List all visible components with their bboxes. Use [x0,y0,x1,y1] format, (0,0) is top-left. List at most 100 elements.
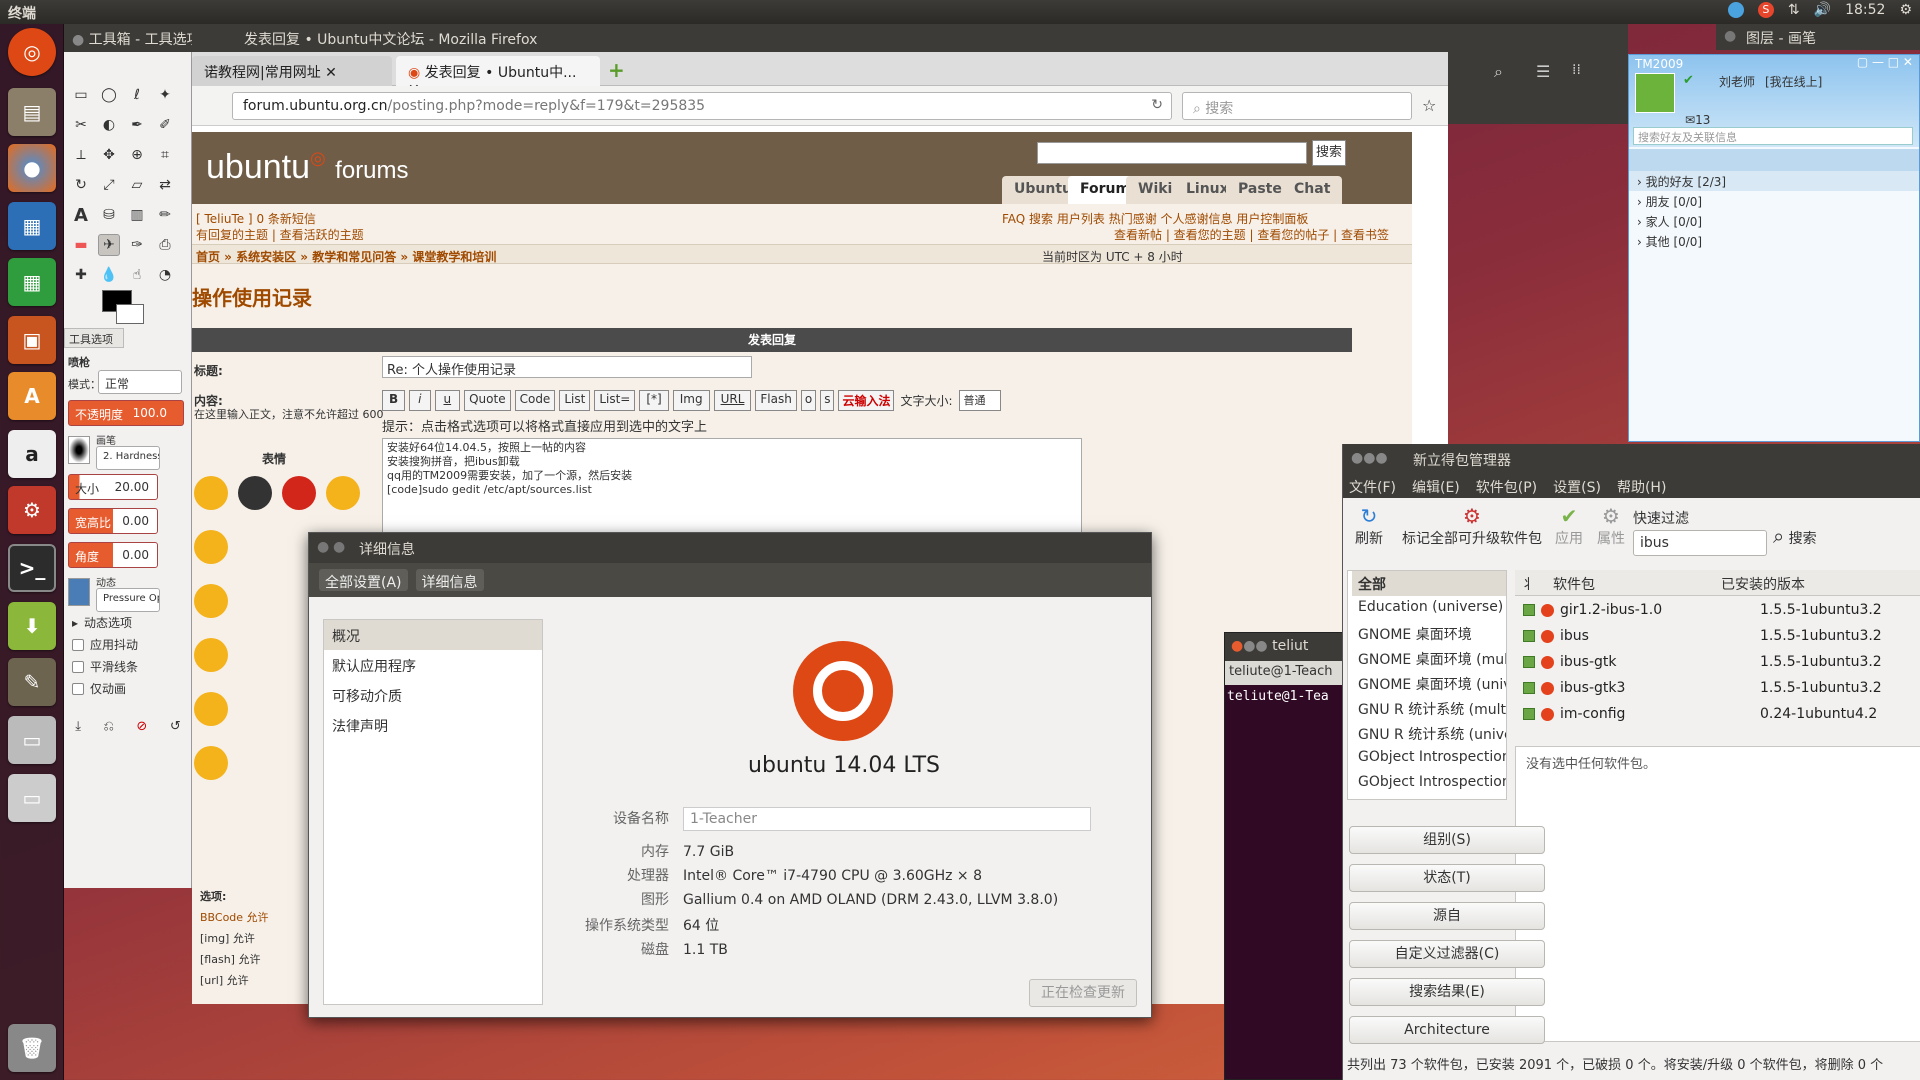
close-icon[interactable]: ● [72,32,89,48]
opacity-slider[interactable]: 不透明度 100.0 [68,400,184,426]
forum-links-2[interactable]: 查看新帖 | 查看您的主题 | 查看您的帖子 | 查看书签 [1114,226,1389,243]
url-button[interactable]: URL [713,390,752,411]
filter-item[interactable]: GObject Introspection data [1352,746,1506,771]
emoticon[interactable] [282,476,316,510]
filter-item[interactable]: GNOME 桌面环境 [1352,621,1506,646]
filter-item[interactable]: GNOME 桌面环境 (universe [1352,671,1506,696]
list-item-button[interactable]: [*] [639,390,669,411]
search-results-button[interactable]: 搜索结果(E) [1349,978,1545,1006]
amazon-icon[interactable]: a [8,430,56,478]
network-icon[interactable]: ⇅ [1788,2,1800,18]
save-icon[interactable]: ⤓ [75,719,81,734]
filter-item[interactable]: GObject Introspection data [1352,771,1506,796]
forum-search-button[interactable]: 搜索 [1312,140,1346,166]
col-package[interactable]: 软件包 [1553,574,1595,594]
software-center-icon[interactable]: A [8,372,56,420]
url-bar[interactable]: forum.ubuntu.org.cn/posting.php?mode=rep… [232,92,1172,120]
s-button[interactable]: s [820,390,835,411]
apply-jitter-checkbox[interactable]: 应用抖动 [72,636,138,653]
drive-icon[interactable]: ▭ [8,716,56,764]
tab-reply[interactable]: ◉ 发表回复 • Ubuntu中... ✕ [396,56,600,98]
forum-logo[interactable]: ubuntu◎ forums [206,148,409,187]
settings-icon[interactable]: ⚙ [8,486,56,534]
font-size-select[interactable]: 普通 [958,390,1001,411]
img-button[interactable]: Img [672,390,710,411]
details-button[interactable]: 详细信息 [415,569,484,591]
qq-tray-icon[interactable] [1727,2,1744,18]
text-icon[interactable]: A [70,204,92,226]
airbrush-icon[interactable]: ✈ [98,234,120,256]
sogou-tray-icon[interactable]: S [1757,2,1774,18]
writer-icon[interactable]: ▦ [8,202,56,250]
incremental-checkbox[interactable]: 仅动画 [72,680,126,697]
ink-icon[interactable]: ✑ [126,234,148,256]
pencil-icon[interactable]: ✏ [154,204,176,226]
sections-button[interactable]: 组别(S) [1349,826,1545,854]
impress-icon[interactable]: ▣ [8,316,56,364]
menu-edit[interactable]: 编辑(E) [1412,477,1460,496]
ellipse-select-icon[interactable]: ◯ [98,84,120,106]
package-row[interactable]: ibus-gtk 1.5.5-1ubuntu3.2 [1519,649,1919,675]
sidebar-item-overview[interactable]: 概况 [324,620,542,650]
italic-button[interactable]: i [409,390,431,411]
gradient-icon[interactable]: ▥ [126,204,148,226]
subject-input[interactable]: Re: 个人操作使用记录 [382,356,752,378]
all-settings-button[interactable]: 全部设置(A) [319,569,408,591]
angle-slider[interactable]: 角度 0.00 [68,542,158,568]
bold-button[interactable]: B [382,390,406,411]
paths-icon[interactable]: ✒ [126,114,148,136]
forum-links[interactable]: FAQ 搜索 用户列表 热门感谢 个人感谢信息 用户控制面板 [1002,210,1308,227]
code-button[interactable]: Code [514,390,556,411]
filter-item[interactable]: GNU R 统计系统 (universe) [1352,721,1506,746]
dodge-icon[interactable]: ◔ [154,264,176,286]
background-color-swatch[interactable] [116,304,144,324]
quick-links[interactable]: 有回复的主题 | 查看活跃的主题 [196,226,364,243]
terminal-icon[interactable]: >_ [8,544,56,592]
eraser-icon[interactable]: ▬ [70,234,92,256]
tab-tutorial[interactable]: 诺教程网|常用网址 ✕ [192,56,392,86]
close-icon[interactable]: ● [1724,28,1736,44]
forum-search-input[interactable] [1037,142,1307,164]
sidebar-item-legal[interactable]: 法律声明 [324,710,542,740]
qq-search-input[interactable]: 搜索好友及关联信息 [1633,127,1913,145]
package-row[interactable]: ibus-gtk3 1.5.5-1ubuntu3.2 [1519,675,1919,701]
flip-icon[interactable]: ⇄ [154,174,176,196]
firefox-icon[interactable]: ● [8,144,56,192]
measure-icon[interactable]: ⟂ [70,144,92,166]
close-icon[interactable]: ● [317,539,329,555]
scissors-icon[interactable]: ✂ [70,114,92,136]
reload-icon[interactable]: ↻ [1151,97,1163,113]
new-tab-button[interactable]: + [608,58,625,82]
synaptic-icon[interactable]: ⬇ [8,602,56,650]
filter-item[interactable]: GNOME 桌面环境 (multiver [1352,646,1506,671]
mark-upgrades-button[interactable]: ⚙ 标记全部可升级软件包 [1397,504,1547,548]
scale-icon[interactable]: ⤢ [98,174,120,196]
dynamics-options-expander[interactable]: ▸ 动态选项 [72,614,132,631]
cloud-ime-button[interactable]: 云输入法 [838,390,895,411]
emoticon[interactable] [194,530,228,564]
menu-icon[interactable]: ☰ [1536,62,1550,81]
group-item[interactable]: › 朋友 [0/0] [1629,191,1710,212]
bookmark-star-icon[interactable]: ☆ [1422,96,1436,115]
clock[interactable]: 18:52 [1845,2,1885,18]
aspect-slider[interactable]: 宽高比 0.00 [68,508,158,534]
col-status[interactable]: 丬 [1521,574,1535,594]
o-button[interactable]: o [800,390,817,411]
menu-settings[interactable]: 设置(S) [1553,477,1601,496]
filter-item[interactable]: GNU R 统计系统 (multiverse [1352,696,1506,721]
drive-2-icon[interactable]: ▭ [8,774,56,822]
menu-file[interactable]: 文件(F) [1349,477,1396,496]
trash-icon[interactable]: 🗑 [8,1024,56,1072]
emoticon[interactable] [194,476,228,510]
group-item[interactable]: › 家人 [0/0] [1629,211,1710,232]
list-button[interactable]: List [559,390,591,411]
mode-select[interactable]: 正常 [98,370,182,394]
smudge-icon[interactable]: ☝ [126,264,148,286]
size-slider[interactable]: 大小 20.00 [68,474,158,500]
rotate-icon[interactable]: ↻ [70,174,92,196]
check-updates-button[interactable]: 正在检查更新 [1029,979,1137,1007]
emoticon[interactable] [194,746,228,780]
group-item[interactable]: › 我的好友 [2/3] [1629,171,1919,191]
mail-icon[interactable]: ✉13 [1685,113,1710,127]
emoticon[interactable] [194,584,228,618]
